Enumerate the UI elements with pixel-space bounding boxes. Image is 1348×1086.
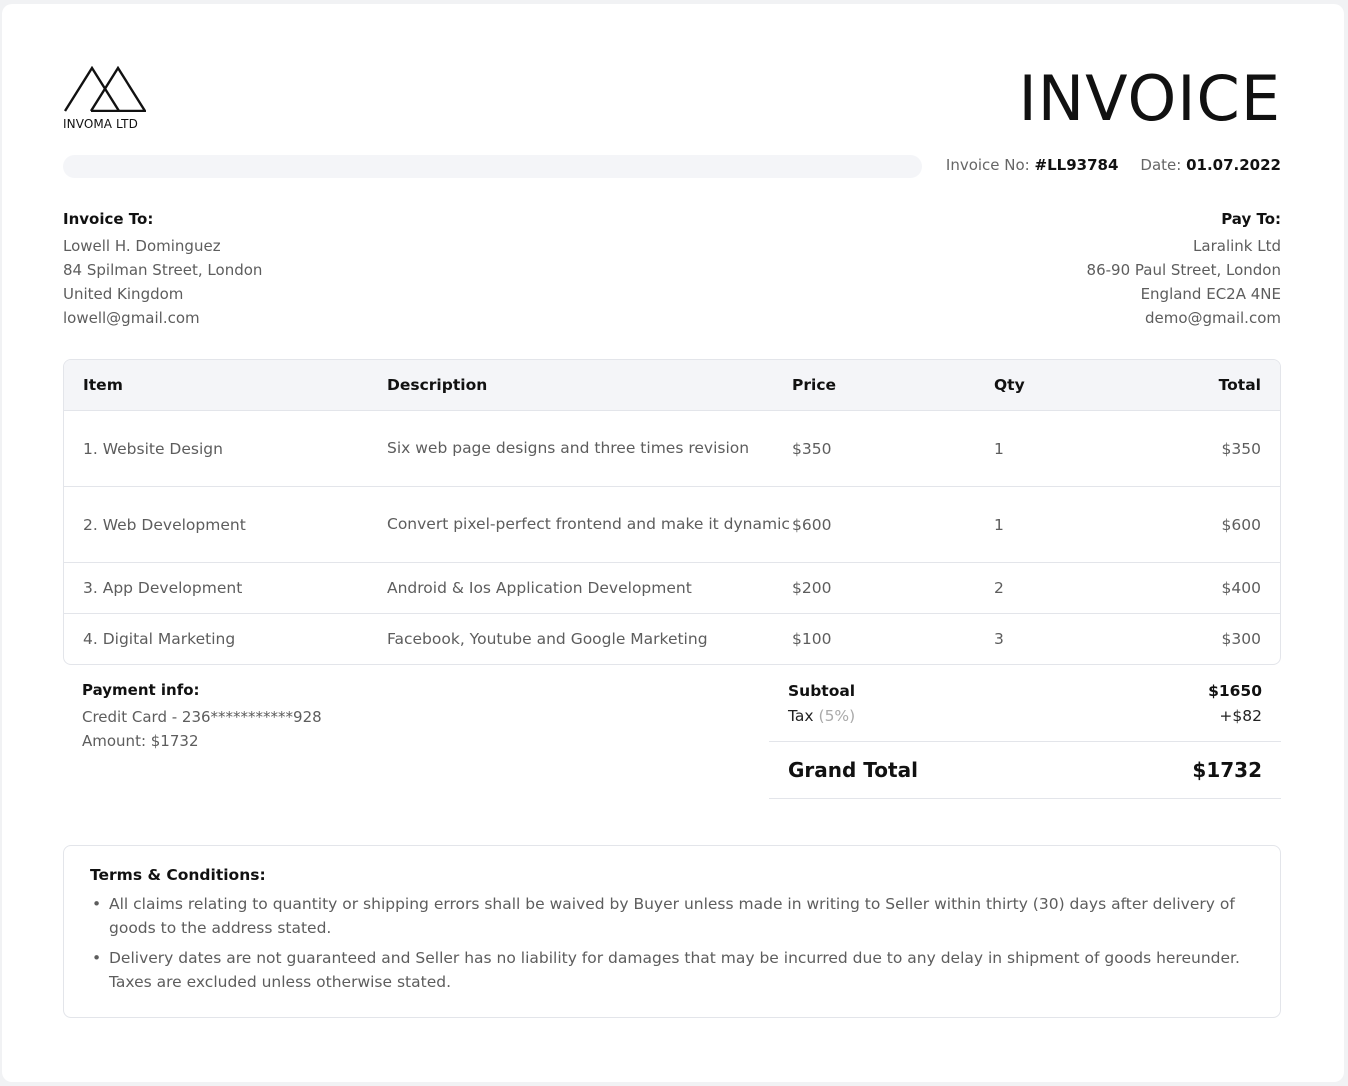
col-header-description: Description — [387, 375, 488, 394]
terms-heading: Terms & Conditions: — [90, 866, 266, 884]
invoice-date: 01.07.2022 — [1186, 156, 1281, 174]
payment-card: Credit Card - 236***********928 — [82, 708, 322, 726]
pay-to-heading: Pay To: — [1221, 210, 1281, 228]
cell-description: Six web page designs and three times rev… — [387, 439, 750, 457]
col-header-qty: Qty — [994, 376, 1025, 394]
meta-bar — [63, 155, 922, 178]
pay-to-line: Laralink Ltd — [1193, 237, 1281, 255]
invoice-to-block: Invoice To: Lowell H. Dominguez 84 Spilm… — [63, 207, 262, 330]
col-header-price: Price — [792, 376, 837, 394]
terms-list: All claims relating to quantity or shipp… — [90, 892, 1254, 994]
tax-value: +$82 — [1219, 707, 1262, 725]
cell-price: $350 — [792, 439, 832, 458]
payment-info: Payment info: Credit Card - 236*********… — [82, 678, 322, 753]
grand-total-row: Grand Total $1732 — [769, 742, 1281, 798]
cell-item: 3. App Development — [83, 579, 243, 597]
grand-total-value: $1732 — [1192, 758, 1262, 782]
invoice-to-line: Lowell H. Dominguez — [63, 237, 221, 255]
invoice-to-line: United Kingdom — [63, 285, 184, 303]
cell-price: $100 — [792, 630, 832, 648]
tax-label: Tax — [788, 707, 814, 725]
invoice-to-line: 84 Spilman Street, London — [63, 261, 263, 279]
cell-total: $300 — [1221, 630, 1261, 648]
pay-to-block: Pay To: Laralink Ltd 86-90 Paul Street, … — [1087, 207, 1281, 330]
invoice-number: #LL93784 — [1034, 156, 1119, 174]
cell-qty: 1 — [994, 439, 1004, 458]
tax-row: Tax (5%) +$82 — [769, 703, 1281, 729]
cell-item: 2. Web Development — [83, 515, 246, 534]
table-row: 3. App Development Android & Ios Applica… — [64, 562, 1280, 613]
cell-qty: 3 — [994, 630, 1004, 648]
cell-qty: 2 — [994, 579, 1004, 597]
tax-percent: (5%) — [818, 707, 856, 725]
cell-description: Convert pixel-perfect frontend and make … — [387, 515, 790, 533]
cell-item: 1. Website Design — [83, 439, 223, 458]
divider — [769, 798, 1281, 799]
cell-description: Android & Ios Application Development — [387, 578, 692, 597]
cell-total: $600 — [1221, 515, 1261, 534]
mountain-logo-icon — [64, 66, 146, 112]
table-row: 1. Website Design Six web page designs a… — [64, 410, 1280, 486]
invoice-to-heading: Invoice To: — [63, 210, 154, 228]
cell-total: $400 — [1221, 579, 1261, 597]
table-row: 2. Web Development Convert pixel-perfect… — [64, 486, 1280, 562]
col-header-item: Item — [83, 376, 123, 394]
cell-price: $600 — [792, 515, 832, 534]
pay-to-line: England EC2A 4NE — [1140, 285, 1281, 303]
pay-to-line: 86-90 Paul Street, London — [1086, 261, 1281, 279]
cell-description: Facebook, Youtube and Google Marketing — [387, 629, 708, 648]
subtotal-label: Subtoal — [788, 682, 856, 700]
grand-total-label: Grand Total — [788, 758, 918, 782]
invoice-sheet: INVOMA LTD INVOICE Invoice No: #LL93784 D… — [2, 4, 1344, 1082]
invoice-date-label: Date: — [1140, 156, 1182, 174]
col-header-total: Total — [1218, 376, 1261, 394]
invoice-to-email: lowell@gmail.com — [63, 309, 200, 327]
cell-price: $200 — [792, 579, 832, 597]
table-row: 4. Digital Marketing Facebook, Youtube a… — [64, 613, 1280, 664]
invoice-title: INVOICE — [1018, 62, 1281, 135]
subtotal-value: $1650 — [1208, 682, 1262, 700]
terms-box: Terms & Conditions: All claims relating … — [63, 845, 1281, 1018]
items-table: Item Description Price Qty Total 1. Webs… — [63, 359, 1281, 665]
payment-amount: Amount: $1732 — [82, 732, 199, 750]
cell-total: $350 — [1221, 439, 1261, 458]
terms-item: Delivery dates are not guaranteed and Se… — [90, 946, 1254, 994]
cell-qty: 1 — [994, 515, 1004, 534]
cell-item: 4. Digital Marketing — [83, 630, 236, 648]
table-header: Item Description Price Qty Total — [64, 360, 1280, 410]
terms-item: All claims relating to quantity or shipp… — [90, 892, 1254, 940]
company-name: INVOMA LTD — [63, 117, 138, 131]
totals-block: Subtoal $1650 Tax (5%) +$82 Grand Total … — [769, 667, 1281, 799]
pay-to-email: demo@gmail.com — [1144, 309, 1281, 327]
company-logo: INVOMA LTD — [63, 66, 153, 132]
invoice-number-label: Invoice No: — [945, 156, 1030, 174]
payment-info-heading: Payment info: — [82, 681, 200, 699]
invoice-meta: Invoice No: #LL93784 Date: 01.07.2022 — [946, 156, 1281, 174]
